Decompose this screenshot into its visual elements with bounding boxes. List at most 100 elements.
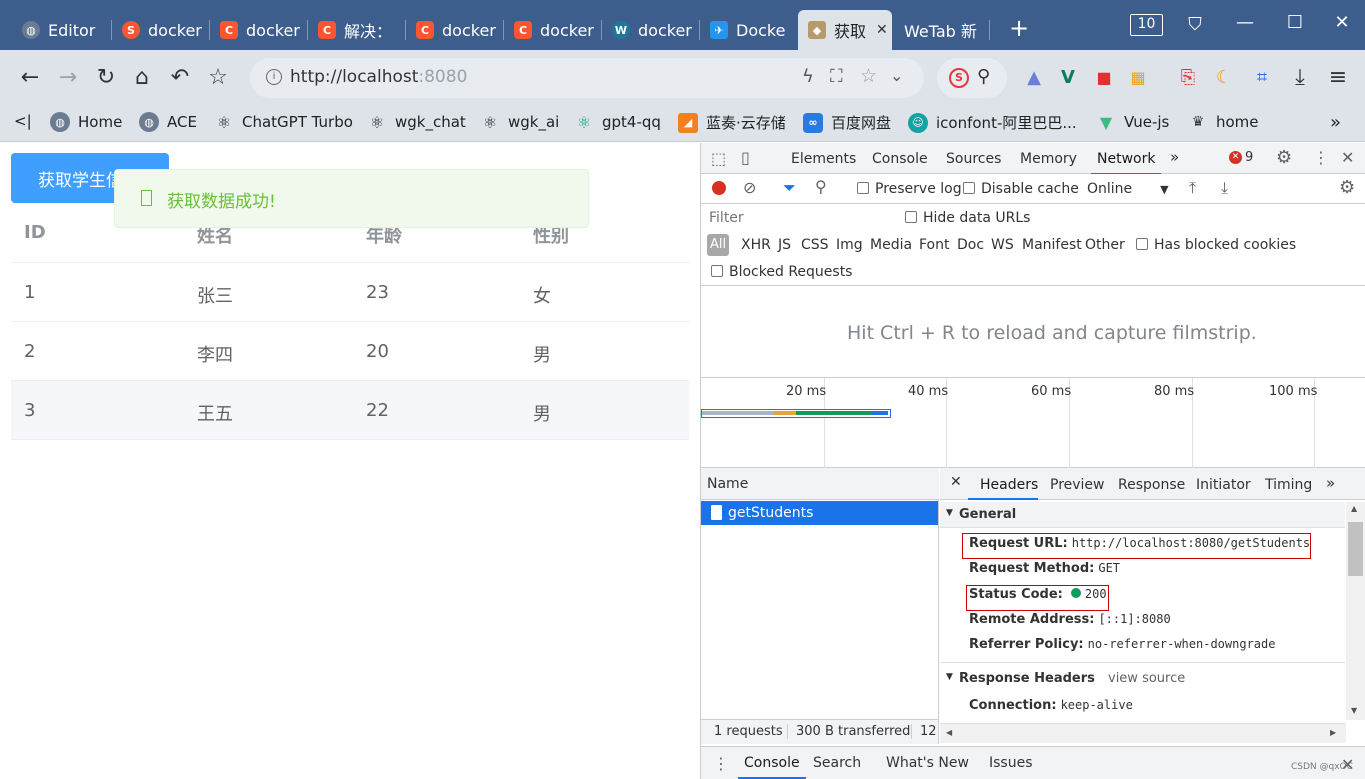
export-har-icon[interactable]: ⤓ xyxy=(1221,178,1228,198)
clear-icon[interactable]: ⊘ xyxy=(743,178,756,197)
response-headers-section-header[interactable]: ▼ Response Headers view source xyxy=(940,665,1345,691)
error-icon[interactable]: ✕ xyxy=(1229,151,1242,164)
extension-icon[interactable]: ▦ xyxy=(1124,64,1152,92)
tab-headers[interactable]: Headers xyxy=(980,477,1038,493)
import-har-icon[interactable]: ⤒ xyxy=(1189,178,1196,198)
screenshot-icon[interactable]: ⛶ xyxy=(830,66,843,87)
star-icon[interactable]: ☆ xyxy=(204,64,232,92)
disable-cache-checkbox[interactable]: Disable cache xyxy=(963,181,1079,197)
browser-tab[interactable]: W docker xyxy=(602,10,700,50)
browser-tab[interactable]: S docker xyxy=(112,10,210,50)
blocked-requests-checkbox[interactable]: Blocked Requests xyxy=(711,264,852,280)
browser-tab[interactable]: WeTab 新 xyxy=(894,10,990,50)
pdf-icon[interactable]: ⎘ xyxy=(1174,64,1202,92)
home-icon[interactable]: ⌂ xyxy=(128,64,156,92)
tab-response[interactable]: Response xyxy=(1118,477,1185,493)
device-toolbar-icon[interactable]: ▯ xyxy=(741,148,750,167)
skin-icon[interactable]: ⛉ xyxy=(1180,14,1210,35)
tab-count-badge[interactable]: 10 xyxy=(1130,14,1163,36)
search-icon[interactable]: ⚲ xyxy=(815,177,827,196)
filter-input[interactable] xyxy=(705,207,889,229)
undo-icon[interactable]: ↶ xyxy=(166,64,194,92)
scroll-up-icon[interactable]: ▲ xyxy=(1351,504,1357,513)
kebab-menu-icon[interactable]: ⋮ xyxy=(713,754,729,773)
filter-type-all[interactable]: All xyxy=(707,234,729,256)
browser-tab[interactable]: C docker xyxy=(210,10,308,50)
tab-console[interactable]: Console xyxy=(872,151,928,167)
extension-icon[interactable]: ▲ xyxy=(1020,64,1048,92)
table-row[interactable]: 3 王五 22 男 xyxy=(11,381,689,440)
name-column-header[interactable]: Name xyxy=(701,468,939,500)
error-count[interactable]: 9 xyxy=(1245,150,1253,165)
crop-icon[interactable]: ⌗ xyxy=(1248,64,1276,92)
moon-icon[interactable]: ☾ xyxy=(1210,64,1238,92)
gear-icon[interactable]: ⚙ xyxy=(1339,177,1355,198)
bookmark-item[interactable]: ☺ iconfont-阿里巴巴... xyxy=(908,112,1077,133)
filter-type-xhr[interactable]: XHR xyxy=(741,237,771,253)
filter-type-media[interactable]: Media xyxy=(870,237,912,253)
tab-memory[interactable]: Memory xyxy=(1020,151,1077,167)
preserve-log-checkbox[interactable]: Preserve log xyxy=(857,181,962,197)
bookmark-item[interactable]: ⚛ wgk_chat xyxy=(367,112,466,132)
scroll-left-icon[interactable]: ◀ xyxy=(946,728,952,737)
close-icon[interactable]: ✕ xyxy=(876,22,888,38)
filter-type-manifest[interactable]: Manifest xyxy=(1022,237,1082,253)
bookmarks-sidebar-toggle[interactable]: <| xyxy=(14,112,32,130)
close-icon[interactable]: ✕ xyxy=(950,474,962,490)
browser-tab[interactable]: C docker xyxy=(504,10,602,50)
reload-icon[interactable]: ↻ xyxy=(92,64,120,92)
bookmark-star-icon[interactable]: ☆ xyxy=(860,65,877,87)
tab-timing[interactable]: Timing xyxy=(1265,477,1312,493)
throttle-select[interactable]: Online ▼ xyxy=(1087,181,1169,197)
drawer-tab-console[interactable]: Console xyxy=(738,755,806,779)
inspect-icon[interactable]: ⬚ xyxy=(711,149,726,168)
scrollbar-thumb[interactable] xyxy=(1348,522,1363,576)
drawer-tab-issues[interactable]: Issues xyxy=(989,755,1033,771)
record-icon[interactable] xyxy=(712,181,726,195)
bookmark-item[interactable]: ◢ 蓝奏·云存储 xyxy=(678,112,786,133)
more-tabs-button[interactable]: » xyxy=(1326,474,1335,492)
bookmark-item[interactable]: ♛ home xyxy=(1188,112,1259,132)
forward-icon[interactable]: → xyxy=(54,64,82,92)
chevron-down-icon[interactable]: ⌄ xyxy=(890,66,903,85)
bookmark-item[interactable]: ⚛ gpt4-qq xyxy=(574,112,661,132)
has-blocked-cookies-checkbox[interactable]: Has blocked cookies xyxy=(1136,237,1296,253)
back-icon[interactable]: ← xyxy=(16,64,44,92)
close-window-icon[interactable]: ✕ xyxy=(1327,12,1357,33)
drawer-tab-search[interactable]: Search xyxy=(813,755,861,771)
bookmark-item[interactable]: ▼ Vue-js xyxy=(1096,112,1170,132)
browser-tab[interactable]: C docker xyxy=(406,10,504,50)
browser-tab[interactable]: ◍ Editor xyxy=(12,10,112,50)
bookmark-item[interactable]: ⚛ ChatGPT Turbo xyxy=(214,112,353,132)
info-icon[interactable]: i xyxy=(266,69,282,85)
maximize-icon[interactable]: ☐ xyxy=(1280,12,1310,33)
more-tabs-button[interactable]: » xyxy=(1170,148,1179,166)
gear-icon[interactable]: ⚙ xyxy=(1276,147,1292,168)
close-icon[interactable]: ✕ xyxy=(1341,755,1354,774)
browser-tab[interactable]: ✈ Docke xyxy=(700,10,798,50)
filter-type-doc[interactable]: Doc xyxy=(957,237,984,253)
search-engine-button[interactable]: S ⚲ xyxy=(937,58,1007,98)
browser-tab[interactable]: C 解决： xyxy=(308,10,406,50)
minimize-icon[interactable]: — xyxy=(1230,12,1260,33)
bookmark-item[interactable]: ◍ Home xyxy=(50,112,122,132)
new-tab-button[interactable]: + xyxy=(1004,14,1034,42)
filter-icon[interactable]: ⏷ xyxy=(783,178,796,198)
download-icon[interactable]: ⤓ xyxy=(1286,64,1314,92)
table-row[interactable]: 1 张三 23 女 xyxy=(11,263,689,322)
tab-preview[interactable]: Preview xyxy=(1050,477,1105,493)
table-row[interactable]: 2 李四 20 男 xyxy=(11,322,689,381)
close-icon[interactable]: ✕ xyxy=(1341,148,1354,167)
tab-sources[interactable]: Sources xyxy=(946,151,1001,167)
filter-type-img[interactable]: Img xyxy=(836,237,863,253)
scroll-right-icon[interactable]: ▶ xyxy=(1330,728,1336,737)
tab-network[interactable]: Network xyxy=(1090,151,1162,175)
details-horizontal-scrollbar[interactable]: ◀ ▶ xyxy=(940,723,1346,743)
filter-type-css[interactable]: CSS xyxy=(801,237,829,253)
scroll-down-icon[interactable]: ▼ xyxy=(1351,706,1357,715)
tab-initiator[interactable]: Initiator xyxy=(1196,477,1251,493)
browser-tab-active[interactable]: ◆ 获取 ✕ xyxy=(798,10,892,50)
filter-type-font[interactable]: Font xyxy=(919,237,949,253)
general-section-header[interactable]: ▼ General xyxy=(940,502,1345,528)
bookmark-item[interactable]: ∞ 百度网盘 xyxy=(803,112,891,133)
